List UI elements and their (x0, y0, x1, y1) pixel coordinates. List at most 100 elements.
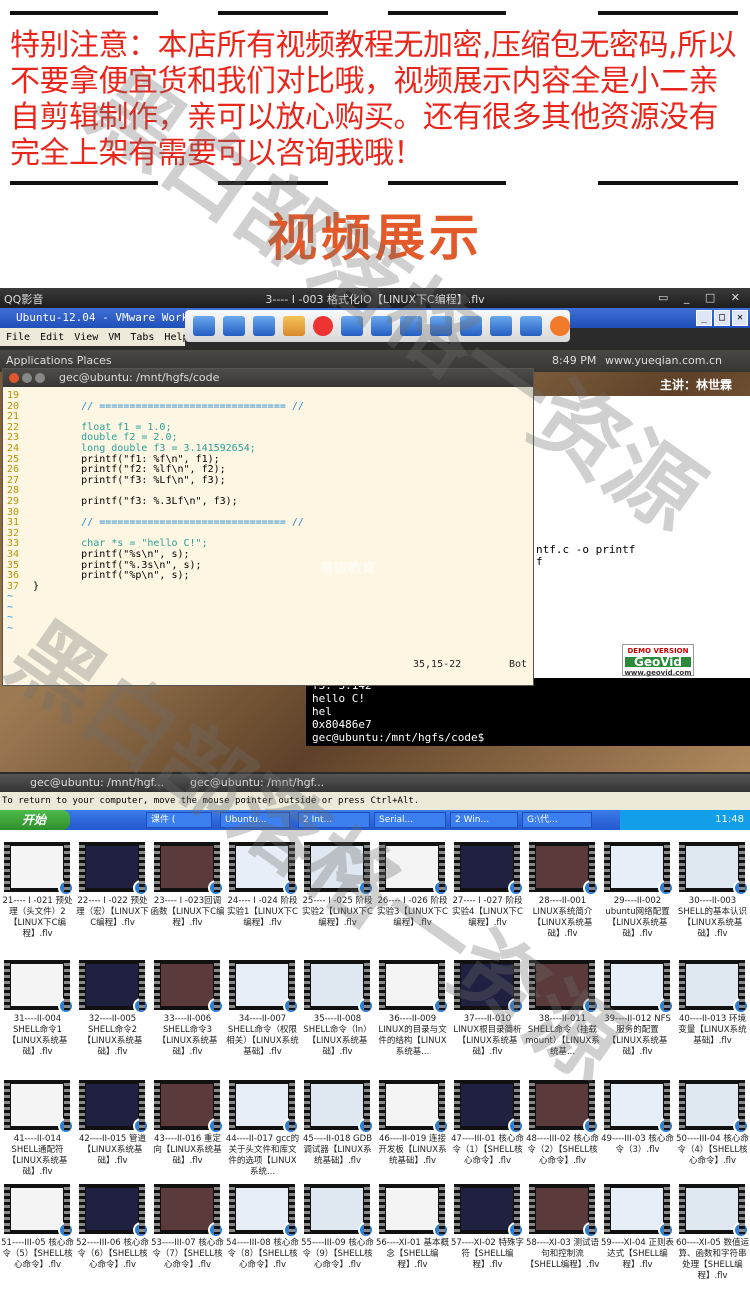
note-icon[interactable] (460, 316, 483, 336)
menu-vm[interactable]: VM (108, 332, 120, 343)
play-icon (508, 1222, 524, 1238)
film-icon (529, 960, 599, 1014)
film-icon (454, 1080, 524, 1134)
code-line: ~ (7, 623, 304, 635)
thumbnail-caption: 35----II-008 SHELL命令（ln）【LINUX系统基础】.flv (303, 1014, 372, 1057)
applications-menu[interactable]: Applications Places (6, 354, 112, 367)
arrow2-icon[interactable] (370, 316, 393, 336)
code-line: 36 printf("%p\n", s); (7, 570, 304, 582)
back-icon[interactable] (193, 316, 215, 336)
thumbnail-caption: 45----II-018 GDB调试器【LINUX系统基础】.flv (302, 1134, 373, 1166)
window-dots[interactable] (9, 373, 45, 383)
code-line: 20 // =============================== // (7, 401, 304, 413)
thumbnail-caption: 54----III-08 核心命令（8）【SHELL核心命令】.flv (226, 1238, 299, 1270)
code-line: 27 printf("f3: %Lf\n", f3); (7, 475, 304, 487)
map-icon[interactable] (520, 316, 543, 336)
thumbnail-caption: 30----II-003 SHELL的基本认识【LINUX系统基础】.flv (677, 896, 748, 939)
code-text: } (33, 580, 40, 592)
taskbar-task[interactable]: 2 Win... (450, 812, 518, 828)
terminal-command: ntf.c -o printf (536, 543, 636, 556)
video-player-screenshot: QQ影音 3---- I -003 格式化IO【LINUX下C编程】.flv ▭… (0, 288, 750, 810)
arrow-icon[interactable] (340, 316, 363, 336)
film-icon (304, 1080, 374, 1134)
play-icon (283, 1222, 299, 1238)
taskbar-task[interactable]: 课件 ( (146, 812, 212, 828)
taskbar-task[interactable]: Ubuntu... (220, 812, 290, 828)
line-number: ~ (7, 623, 14, 635)
video-thumbnail-grid: 21---- I -021 预处理（头文件）2【LINUX下C编程】.flv 22… (0, 838, 750, 1300)
menu-file[interactable]: File (6, 332, 30, 343)
thumbnail-caption: 26---- I -026 阶段实验3【LINUX下C编程】.flv (377, 896, 448, 928)
vim-editor-window: gec@ubuntu: /mnt/hgfs/code 19 20 // =====… (2, 368, 534, 686)
code-text: printf("%p\n", s); (33, 570, 190, 582)
code-text: // =============================== // (33, 517, 304, 529)
thumbnail-caption: 46----II-019 连接开发板【LINUX系统基础】.flv (378, 1134, 447, 1166)
thumbnail-caption: 27---- I -027 阶段实验4【LINUX下C编程】.flv (452, 896, 523, 928)
code-text: printf("%s\n", s); (33, 548, 190, 560)
thumbnail-caption: 28----II-001 LINUX系统简介【LINUX系统基础】.flv (532, 896, 593, 939)
thumbnail-caption: 60----XI-05 数值运算、函数和字符串处理【SHELL编程】.flv (675, 1238, 750, 1281)
thumbnail-caption: 50----III-04 核心命令（4）【SHELL核心命令】.flv (676, 1134, 749, 1166)
geovid-name: GeoVid (625, 656, 691, 668)
thumbnail-caption: 37----II-010 LINUX根目录简析【LINUX系统基础】.flv (453, 1014, 522, 1057)
record-icon[interactable] (312, 316, 333, 336)
taskbar-task[interactable]: 2 Int... (298, 812, 370, 828)
taskbar-item[interactable]: gec@ubuntu: /mnt/hgf... (30, 776, 164, 789)
film-icon (379, 1080, 449, 1134)
thumbnail-caption: 32----II-005 SHELL命令2【LINUX系统基础】.flv (82, 1014, 143, 1057)
vmware-title: Ubuntu-12.04 - VMware Workst (16, 311, 202, 324)
vmware-menu: File Edit View VM Tabs Help (0, 328, 189, 346)
film-icon (379, 842, 449, 896)
play-icon (358, 1118, 374, 1134)
play-icon (208, 880, 224, 896)
qq-player-titlebar: QQ影音 3---- I -003 格式化IO【LINUX下C编程】.flv ▭… (0, 288, 750, 308)
film-icon (454, 842, 524, 896)
code-line: ~ (7, 592, 304, 603)
screen-icon[interactable] (252, 316, 275, 336)
play-icon (658, 1222, 674, 1238)
windows-taskbar: 开始 课件 ( Ubuntu... 2 Int... Serial... 2 W… (0, 810, 750, 830)
line-number: 29 (7, 495, 20, 507)
vmware-window-buttons[interactable]: _ □ ✕ (696, 310, 748, 326)
film-icon (4, 1080, 74, 1134)
play-icon (283, 880, 299, 896)
film-icon (604, 1184, 674, 1238)
start-button[interactable]: 开始 (0, 810, 70, 830)
eraser-icon[interactable] (490, 316, 513, 336)
dashed-divider-bottom (0, 178, 750, 188)
film-icon (229, 960, 299, 1014)
film-icon (304, 842, 374, 896)
taskbar-task[interactable]: Serial... (374, 812, 446, 828)
thumbnail-caption: 42----II-015 管道【LINUX系统基础】.flv (78, 1134, 147, 1166)
thumbnail-caption: 29----II-002 ubuntu网络配置【LINUX系统基础】.flv (605, 896, 670, 939)
play-icon (508, 880, 524, 896)
film-icon (679, 1080, 749, 1134)
film-icon (229, 1184, 299, 1238)
menu-view[interactable]: View (74, 332, 98, 343)
thumbnail-caption: 31----II-004 SHELL命令1【LINUX系统基础】.flv (7, 1014, 68, 1057)
film-icon (454, 960, 524, 1014)
fullscreen-icon[interactable] (222, 316, 245, 336)
menu-edit[interactable]: Edit (40, 332, 64, 343)
thumbnail-caption: 23---- I -023回调函数【LINUX下C编程】.flv (150, 896, 225, 928)
taskbar-task[interactable]: G:\代... (522, 812, 592, 828)
code-text: printf("f2: %lf\n", f2); (33, 464, 226, 476)
close-icon[interactable] (550, 316, 570, 336)
thumbnail-caption: 25---- I -025 阶段实验2【LINUX下C编程】.flv (302, 896, 373, 928)
play-icon (508, 998, 524, 1014)
menu-tabs[interactable]: Tabs (130, 332, 154, 343)
thumbnail-caption: 24---- I -024 阶段实验1【LINUX下C编程】.flv (227, 896, 298, 928)
thumbnail-caption: 56----XI-01 基本概念【SHELL编程】.flv (375, 1238, 450, 1270)
code-line: ~ (7, 602, 304, 614)
geovid-url: www.geovid.com (624, 669, 692, 677)
thumbnail-caption: 33----II-006 SHELL命令3【LINUX系统基础】.flv (157, 1014, 218, 1057)
window-controls[interactable]: ▭ _ □ ✕ (658, 291, 746, 304)
chart2-icon[interactable] (430, 316, 453, 336)
pen-icon[interactable] (282, 316, 305, 336)
thumbnail-caption: 51----III-05 核心命令（5）【SHELL核心命令】.flv (1, 1238, 74, 1270)
thumbnail-caption: 41----II-014 SHELL通配符【LINUX系统基础】.flv (7, 1134, 68, 1177)
thumbnail-caption: 49----III-03 核心命令（3）.flv (601, 1134, 674, 1155)
taskbar-item[interactable]: gec@ubuntu: /mnt/hgf... (190, 776, 324, 789)
terminal-line: hel (312, 705, 332, 718)
chart-icon[interactable] (400, 316, 423, 336)
